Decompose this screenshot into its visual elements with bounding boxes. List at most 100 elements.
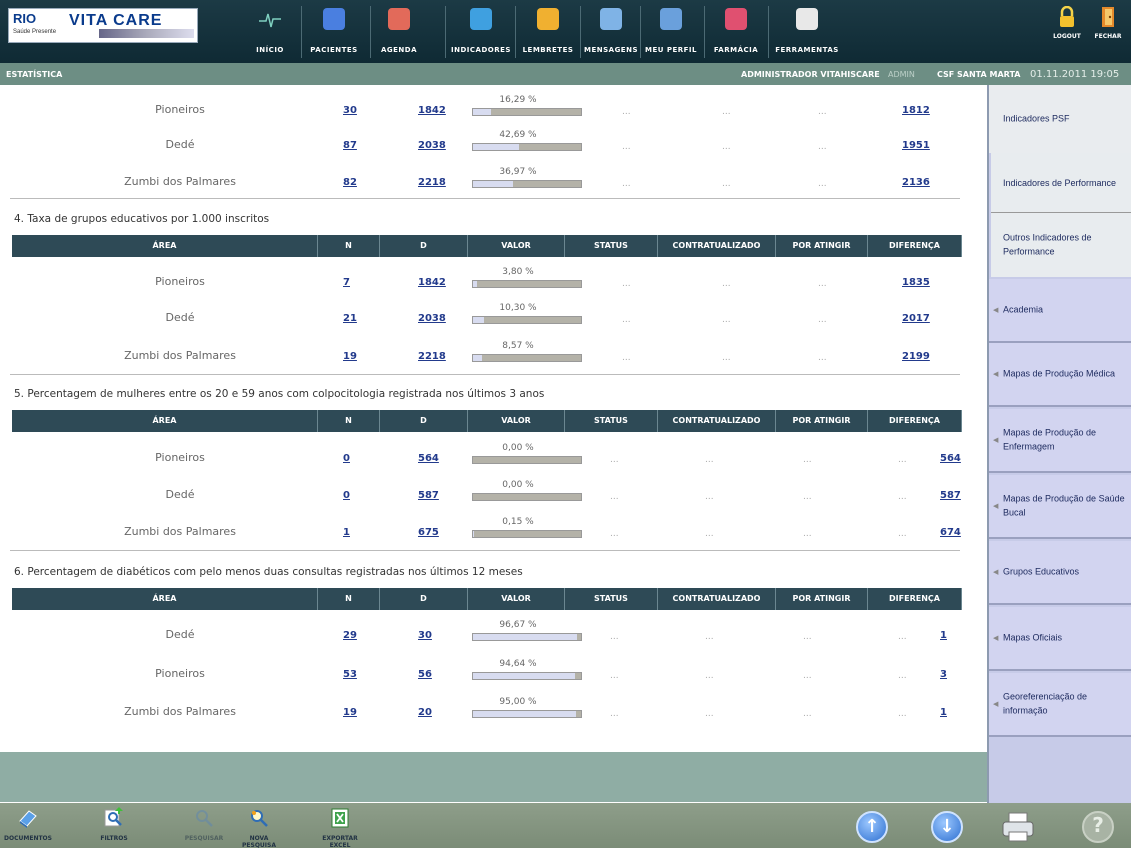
diferenca-value-link[interactable]: 2017 bbox=[902, 313, 930, 324]
d-value-link[interactable]: 56 bbox=[418, 669, 432, 680]
column-header[interactable]: POR ATINGIR bbox=[776, 410, 868, 432]
column-header[interactable]: ÁREA bbox=[12, 235, 318, 257]
column-header[interactable]: DIFERENÇA bbox=[868, 410, 962, 432]
sidebar-item[interactable]: ◀Mapas Oficiais bbox=[989, 607, 1131, 671]
nav-calendar-button[interactable]: AGENDA bbox=[372, 0, 426, 63]
print-button[interactable] bbox=[1000, 811, 1036, 843]
column-header[interactable]: DIFERENÇA bbox=[868, 588, 962, 610]
sidebar-item[interactable]: ◀Mapas de Produção de Enfermagem bbox=[989, 409, 1131, 473]
chevron-left-icon: ◀ bbox=[993, 502, 998, 510]
n-value-link[interactable]: 82 bbox=[343, 177, 357, 188]
close-app-button[interactable]: FECHAR bbox=[1088, 0, 1128, 63]
diferenca-value-link[interactable]: 1 bbox=[940, 707, 947, 718]
column-header[interactable]: D bbox=[380, 235, 468, 257]
column-header[interactable]: ÁREA bbox=[12, 588, 318, 610]
nav-profile-card-button[interactable]: MEU PERFIL bbox=[642, 0, 700, 63]
search-button[interactable]: PESQUISAR bbox=[181, 803, 227, 848]
d-value-link[interactable]: 1842 bbox=[418, 105, 446, 116]
sidebar-item[interactable]: ◀Mapas de Produção Médica bbox=[989, 343, 1131, 407]
help-button[interactable]: ? bbox=[1082, 811, 1114, 843]
n-value-link[interactable]: 1 bbox=[343, 527, 350, 538]
empty-value: ... bbox=[610, 529, 619, 539]
d-value-link[interactable]: 564 bbox=[418, 453, 439, 464]
column-header[interactable]: STATUS bbox=[565, 235, 658, 257]
new-search-button[interactable]: NOVA PESQUISA bbox=[233, 803, 285, 848]
sidebar-item[interactable]: ◀Georeferenciação de informação bbox=[989, 673, 1131, 737]
n-value-link[interactable]: 53 bbox=[343, 669, 357, 680]
column-header[interactable]: DIFERENÇA bbox=[868, 235, 962, 257]
filters-button[interactable]: FILTROS bbox=[92, 803, 136, 848]
n-value-link[interactable]: 0 bbox=[343, 490, 350, 501]
d-value-link[interactable]: 20 bbox=[418, 707, 432, 718]
nav-heartbeat-button[interactable]: INÍCIO bbox=[250, 0, 290, 63]
d-value-link[interactable]: 30 bbox=[418, 630, 432, 641]
column-header[interactable]: POR ATINGIR bbox=[776, 235, 868, 257]
n-value-link[interactable]: 7 bbox=[343, 277, 350, 288]
sidebar-item[interactable]: ◀Grupos Educativos bbox=[989, 541, 1131, 605]
diferenca-value-link[interactable]: 587 bbox=[940, 490, 961, 501]
column-header[interactable]: N bbox=[318, 235, 380, 257]
n-value-link[interactable]: 21 bbox=[343, 313, 357, 324]
n-value-link[interactable]: 0 bbox=[343, 453, 350, 464]
column-header[interactable]: STATUS bbox=[565, 588, 658, 610]
diferenca-value-link[interactable]: 3 bbox=[940, 669, 947, 680]
patient-icon bbox=[323, 8, 345, 30]
column-header[interactable]: VALOR bbox=[468, 410, 565, 432]
diferenca-value-link[interactable]: 1 bbox=[940, 630, 947, 641]
nav-patient-button[interactable]: PACIENTES bbox=[303, 0, 365, 63]
column-header[interactable]: CONTRATUALIZADO bbox=[658, 235, 776, 257]
n-value-link[interactable]: 29 bbox=[343, 630, 357, 641]
d-value-link[interactable]: 2218 bbox=[418, 177, 446, 188]
column-header[interactable]: D bbox=[380, 410, 468, 432]
nav-reminder-button[interactable]: LEMBRETES bbox=[517, 0, 579, 63]
column-header[interactable]: VALOR bbox=[468, 235, 565, 257]
empty-value: ... bbox=[705, 709, 714, 719]
nav-pie-chart-button[interactable]: INDICADORES bbox=[447, 0, 515, 63]
n-value-link[interactable]: 19 bbox=[343, 351, 357, 362]
sidebar-subitem[interactable]: Outros Indicadores de Performance bbox=[991, 213, 1131, 277]
n-value-link[interactable]: 87 bbox=[343, 140, 357, 151]
content-footer-band bbox=[0, 752, 987, 802]
sidebar-item[interactable]: ◀Mapas de Produção de Saúde Bucal bbox=[989, 475, 1131, 539]
scroll-up-button[interactable]: ↑ bbox=[856, 811, 888, 843]
sidebar-item-indicadores-psf[interactable]: Indicadores PSF bbox=[989, 85, 1131, 153]
table-row: Pioneiros05640,00 %............564 bbox=[0, 443, 962, 479]
d-value-link[interactable]: 1842 bbox=[418, 277, 446, 288]
d-value-link[interactable]: 2038 bbox=[418, 140, 446, 151]
n-value-link[interactable]: 30 bbox=[343, 105, 357, 116]
diferenca-value-link[interactable]: 1812 bbox=[902, 105, 930, 116]
diferenca-value-link[interactable]: 1835 bbox=[902, 277, 930, 288]
column-header[interactable]: VALOR bbox=[468, 588, 565, 610]
diferenca-value-link[interactable]: 2199 bbox=[902, 351, 930, 362]
envelope-icon bbox=[600, 8, 622, 30]
nav-tools-button[interactable]: FERRAMENTAS bbox=[770, 0, 844, 63]
column-header[interactable]: STATUS bbox=[565, 410, 658, 432]
column-header[interactable]: D bbox=[380, 588, 468, 610]
d-value-link[interactable]: 2218 bbox=[418, 351, 446, 362]
bottom-toolbar: DOCUMENTOS FILTROS PESQUISAR NOVA PESQUI… bbox=[0, 803, 1131, 848]
nav-pill-button[interactable]: FARMÁCIA bbox=[706, 0, 766, 63]
logout-button[interactable]: LOGOUT bbox=[1047, 0, 1087, 63]
n-value-link[interactable]: 19 bbox=[343, 707, 357, 718]
nav-envelope-button[interactable]: MENSAGENS bbox=[582, 0, 640, 63]
column-header[interactable]: ÁREA bbox=[12, 410, 318, 432]
sidebar-subitem[interactable]: Indicadores de Performance bbox=[991, 153, 1131, 213]
export-excel-button[interactable]: EXPORTAR EXCEL bbox=[312, 803, 368, 848]
diferenca-value-link[interactable]: 1951 bbox=[902, 140, 930, 151]
column-header[interactable]: N bbox=[318, 410, 380, 432]
column-header[interactable]: CONTRATUALIZADO bbox=[658, 588, 776, 610]
d-value-link[interactable]: 587 bbox=[418, 490, 439, 501]
sidebar-item-label: Academia bbox=[1003, 303, 1125, 317]
help-icon: ? bbox=[1092, 813, 1104, 837]
documents-button[interactable]: DOCUMENTOS bbox=[2, 803, 54, 848]
column-header[interactable]: N bbox=[318, 588, 380, 610]
column-header[interactable]: CONTRATUALIZADO bbox=[658, 410, 776, 432]
column-header[interactable]: POR ATINGIR bbox=[776, 588, 868, 610]
d-value-link[interactable]: 2038 bbox=[418, 313, 446, 324]
diferenca-value-link[interactable]: 674 bbox=[940, 527, 961, 538]
diferenca-value-link[interactable]: 564 bbox=[940, 453, 961, 464]
d-value-link[interactable]: 675 bbox=[418, 527, 439, 538]
diferenca-value-link[interactable]: 2136 bbox=[902, 177, 930, 188]
sidebar-item[interactable]: ◀Academia bbox=[989, 279, 1131, 343]
scroll-down-button[interactable]: ↓ bbox=[931, 811, 963, 843]
